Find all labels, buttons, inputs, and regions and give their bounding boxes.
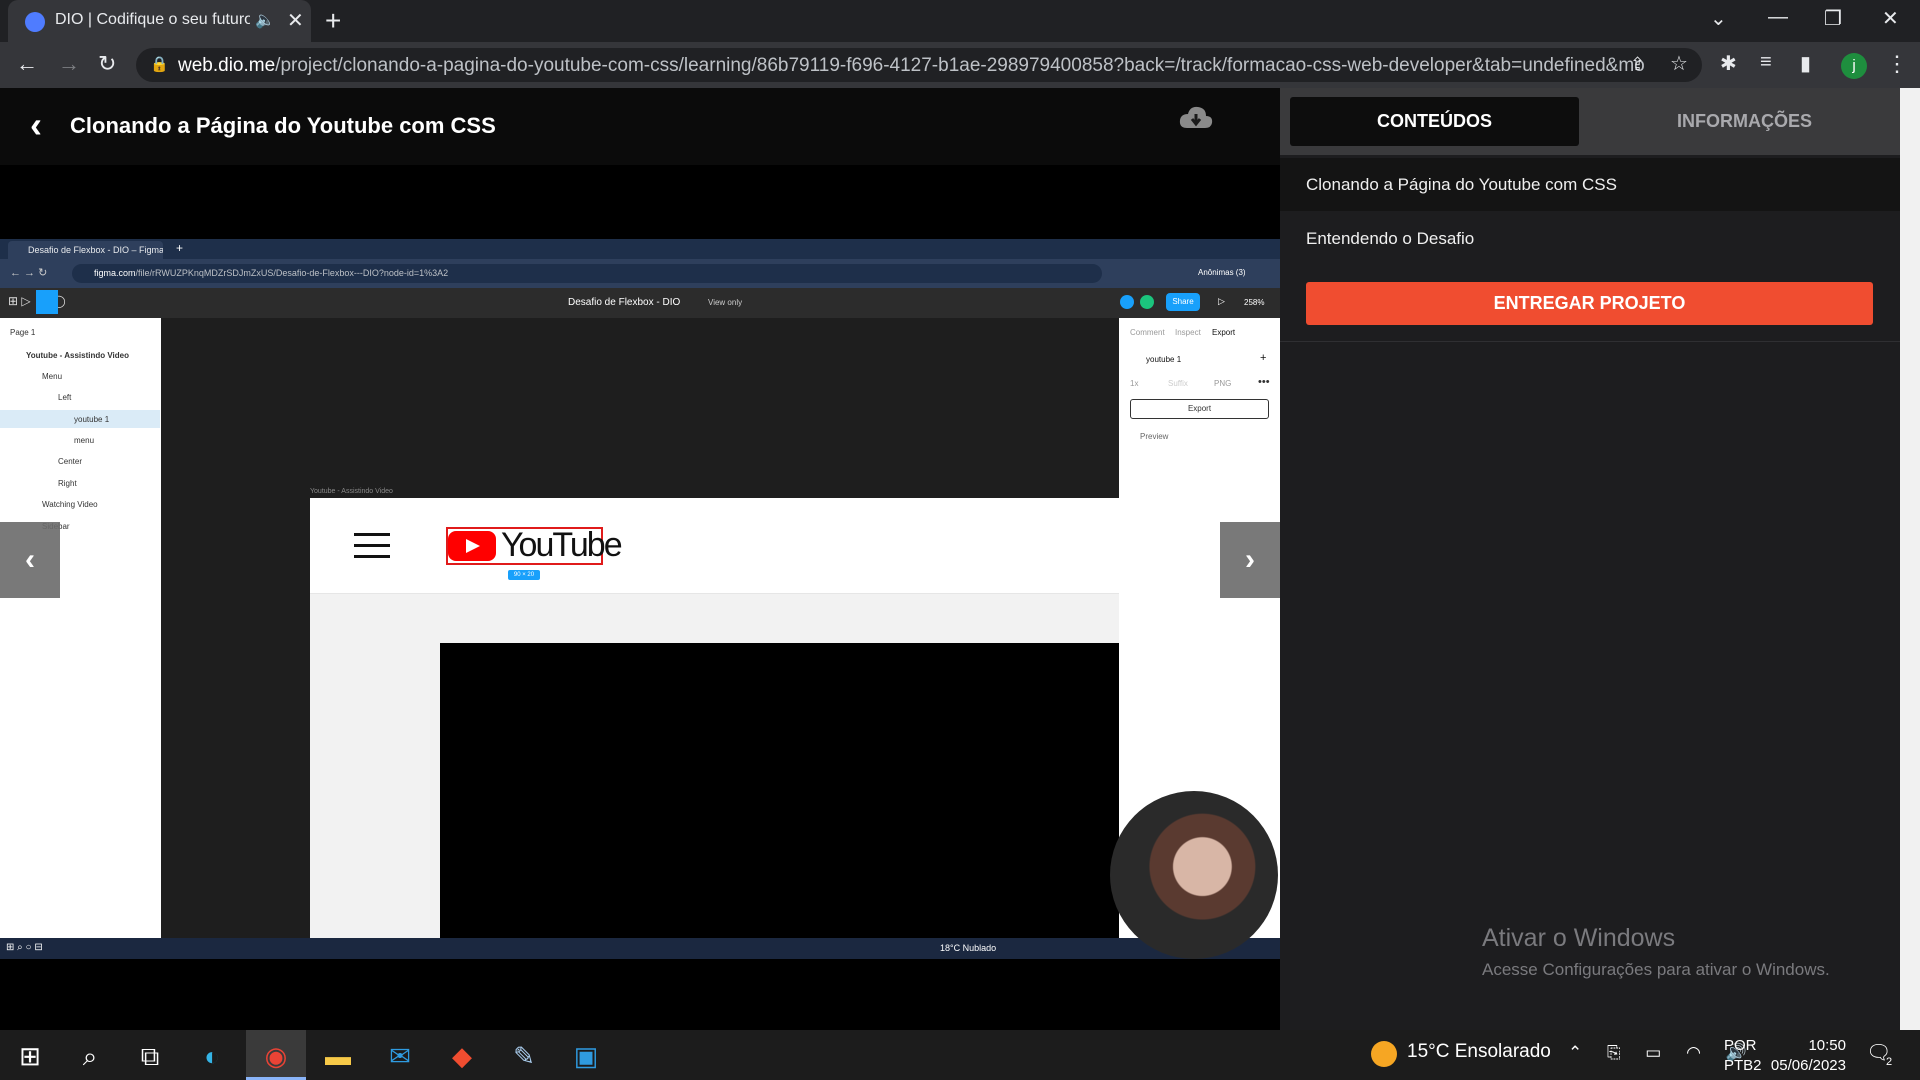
video-taskbar-icons: ⊞ ⌕ ○ ⊟	[6, 942, 43, 953]
activation-watermark-subtitle: Acesse Configurações para ativar o Windo…	[1482, 960, 1830, 979]
back-icon[interactable]: ←	[16, 51, 38, 77]
move-tool-icon	[36, 290, 58, 314]
hamburger-menu-icon	[354, 533, 390, 558]
figma-view-only: View only	[708, 298, 743, 307]
notification-count: 2	[1886, 1056, 1893, 1068]
new-tab-icon[interactable]: +	[325, 5, 341, 37]
rpanel-suffix: Suffix	[1168, 379, 1188, 388]
video-weather: 18°C Nublado	[940, 943, 997, 953]
taskbar-weather[interactable]: 15°C Ensolarado	[1407, 1041, 1551, 1063]
divider	[1280, 341, 1900, 342]
lesson-item[interactable]: Clonando a Página do Youtube com CSS	[1280, 158, 1900, 211]
restore-icon[interactable]: ❐	[1824, 6, 1842, 31]
collaborator-avatar	[1120, 295, 1134, 309]
more-icon: •••	[1258, 376, 1270, 388]
chrome-icon[interactable]: ◉	[250, 1036, 302, 1076]
media-control-icon[interactable]: ≡	[1760, 51, 1772, 74]
task-view-icon[interactable]: ⧉	[124, 1036, 176, 1076]
video-newtab-icon: +	[176, 241, 184, 255]
photos-icon[interactable]: ▣	[560, 1036, 612, 1076]
video-browser-tab: Desafio de Flexbox - DIO – Figma	[8, 241, 163, 259]
share-page-icon[interactable]: ⇪	[1630, 54, 1645, 75]
page-scrollbar[interactable]	[1900, 88, 1920, 1030]
file-explorer-icon[interactable]: ▬	[312, 1036, 364, 1076]
page-label: Page 1	[10, 328, 36, 337]
speaker-icon[interactable]: 🔈	[255, 10, 275, 30]
taskbar-clock[interactable]: 10:50 05/06/2023	[1770, 1036, 1846, 1076]
add-export-icon: +	[1260, 352, 1267, 364]
rpanel-format: PNG	[1214, 379, 1232, 388]
cloud-download-icon[interactable]	[1178, 104, 1214, 132]
layer-item: Left	[58, 393, 72, 402]
rpanel-layer: youtube 1	[1146, 355, 1182, 364]
video-taskbar	[0, 938, 1280, 959]
rpanel-scale: 1x	[1130, 379, 1139, 388]
language-indicator[interactable]: POR PTB2	[1724, 1036, 1762, 1076]
bookmark-star-icon[interactable]: ☆	[1670, 51, 1688, 76]
youtube-logo-text: YouTube	[501, 526, 623, 564]
minimize-icon[interactable]: —	[1768, 6, 1788, 29]
layer-item: Center	[58, 457, 83, 466]
reload-icon[interactable]: ↻	[98, 51, 116, 77]
figma-file-name: Desafio de Flexbox - DIO	[568, 297, 681, 308]
forward-icon[interactable]: →	[58, 51, 80, 77]
present-icon: ▷	[1218, 296, 1225, 306]
close-window-icon[interactable]: ✕	[1882, 6, 1899, 31]
menu-kebab-icon[interactable]: ⋮	[1886, 51, 1908, 77]
figma-share-button: Share	[1166, 293, 1200, 311]
layer-item: Watching Video	[42, 500, 98, 509]
frame-label: Youtube - Assistindo Video	[310, 488, 393, 495]
figma-export-button: Export	[1130, 399, 1269, 419]
close-tab-icon[interactable]: ✕	[287, 8, 304, 33]
weather-sun-icon	[1371, 1041, 1397, 1067]
figma-zoom: 258%	[1244, 298, 1265, 307]
video-profile: Anônimas (3)	[1198, 268, 1246, 277]
next-arrow-button[interactable]: ›	[1220, 522, 1280, 598]
design-video-player	[440, 643, 1119, 938]
layer-item: menu	[74, 436, 95, 445]
previous-arrow-button[interactable]: ‹	[0, 522, 60, 598]
dimension-badge: 90 × 20	[508, 570, 540, 580]
rpanel-tab: Export	[1212, 328, 1236, 337]
paint-icon[interactable]: ✎	[498, 1036, 550, 1076]
tab-contents[interactable]: CONTEÚDOS	[1290, 97, 1579, 146]
deliver-project-button[interactable]: ENTREGAR PROJETO	[1306, 282, 1873, 325]
extensions-icon[interactable]: ✱	[1720, 51, 1737, 76]
video-browser-tabbar	[0, 239, 1280, 259]
tab-search-icon[interactable]: ⌄	[1710, 6, 1727, 31]
youtube-play-icon	[448, 531, 496, 561]
lock-icon[interactable]: 🔒	[150, 55, 169, 73]
url-text: web.dio.me/project/clonando-a-pagina-do-…	[178, 55, 1644, 76]
activation-watermark-title: Ativar o Windows	[1482, 924, 1676, 952]
back-chevron-icon[interactable]: ‹	[30, 104, 42, 146]
browser-tab[interactable]: DIO | Codifique o seu futuro 🔈 ✕	[8, 0, 311, 42]
dio-favicon-icon	[25, 12, 45, 32]
start-windows-icon[interactable]: ⊞	[4, 1036, 56, 1076]
video-url-bar: figma.com/file/rRWUZPKnqMDZrSDJmZxUS/Des…	[72, 264, 1102, 283]
edge-icon[interactable]: ◐	[186, 1036, 238, 1076]
video-nav-icons: ← → ↻	[10, 267, 48, 279]
git-icon[interactable]: ◆	[436, 1036, 488, 1076]
mail-icon[interactable]: ✉	[374, 1036, 426, 1076]
address-bar[interactable]: 🔒 web.dio.me/project/clonando-a-pagina-d…	[136, 48, 1702, 82]
webcam-overlay	[1110, 791, 1278, 959]
tab-title: DIO | Codifique o seu futuro	[55, 11, 250, 28]
layer-item: Right	[58, 479, 77, 488]
layer-item: Youtube - Assistindo Video	[26, 351, 129, 360]
collaborator-avatar	[1140, 295, 1154, 309]
rpanel-preview: Preview	[1140, 432, 1169, 441]
tab-information[interactable]: INFORMAÇÕES	[1600, 97, 1889, 146]
rpanel-tab: Inspect	[1175, 328, 1201, 337]
rpanel-tab: Comment	[1130, 328, 1165, 337]
side-panel-icon[interactable]: ▮	[1800, 51, 1811, 76]
profile-avatar[interactable]: j	[1841, 53, 1867, 79]
course-title: Clonando a Página do Youtube com CSS	[70, 113, 496, 138]
layer-item: Menu	[42, 372, 63, 381]
search-icon[interactable]: ⌕	[64, 1036, 116, 1076]
layer-item: youtube 1	[74, 415, 110, 424]
design-header	[310, 498, 1119, 594]
lesson-item[interactable]: Entendendo o Desafio	[1280, 212, 1900, 265]
